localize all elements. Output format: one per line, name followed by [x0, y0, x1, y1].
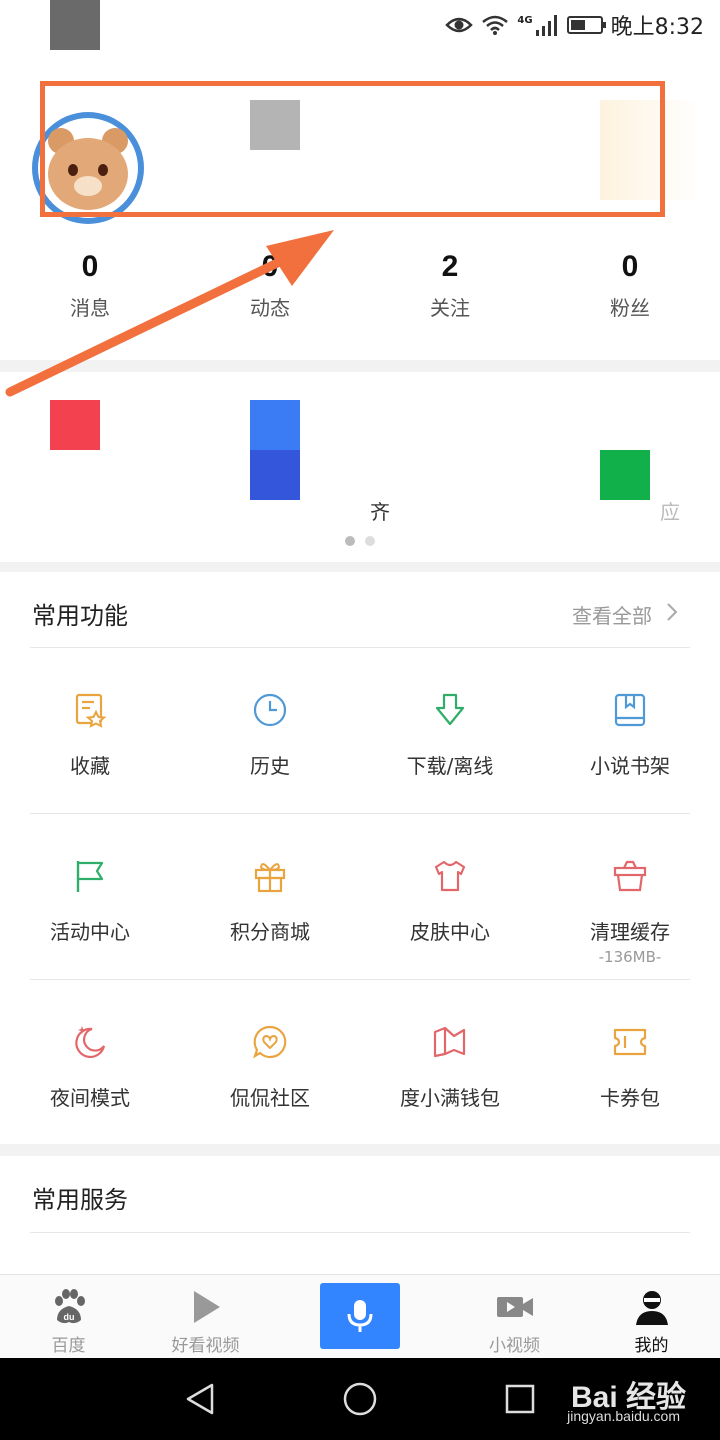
tab-short-video[interactable]: 小视频 — [446, 1275, 583, 1358]
function-label: 历史 — [250, 754, 290, 778]
function-label: 活动中心 — [50, 920, 130, 944]
banner-item-green[interactable] — [600, 450, 650, 500]
function-clear-cache[interactable]: 清理缓存 -136MB- — [540, 814, 720, 980]
status-time: 晚上8:32 — [610, 15, 704, 40]
recents-icon[interactable] — [502, 1381, 538, 1417]
network-type: 4G — [517, 14, 533, 26]
carousel-dot[interactable] — [365, 536, 375, 546]
function-label: 下载/离线 — [406, 754, 494, 778]
eye-icon — [445, 17, 474, 33]
svg-text:du: du — [63, 1312, 74, 1322]
wallet-icon — [433, 1026, 466, 1058]
carousel-dots — [0, 536, 720, 546]
history-clock-icon — [253, 693, 287, 727]
cache-size: -136MB- — [598, 948, 662, 966]
status-app-icon — [50, 0, 100, 50]
function-duxiaoman-wallet[interactable]: 度小满钱包 — [360, 980, 540, 1146]
voice-search-button[interactable] — [320, 1283, 400, 1349]
wifi-icon — [482, 15, 509, 35]
microphone-icon — [347, 1300, 373, 1332]
function-label: 卡券包 — [600, 1086, 660, 1110]
battery-icon — [566, 16, 606, 34]
gift-icon — [254, 863, 286, 893]
signal-icon — [535, 15, 557, 36]
watermark-url: jingyan.baidu.com — [567, 1408, 680, 1424]
function-download[interactable]: 下载/离线 — [360, 648, 540, 814]
status-indicators: 4G 晚上8:32 — [445, 10, 704, 40]
carousel-dot[interactable] — [345, 536, 355, 546]
tab-label: 小视频 — [489, 1336, 540, 1356]
function-label: 皮肤中心 — [410, 920, 490, 944]
function-label: 夜间模式 — [50, 1086, 130, 1110]
function-bookshelf[interactable]: 小说书架 — [540, 648, 720, 814]
see-all-link[interactable]: 查看全部 — [572, 600, 652, 629]
function-kankan-community[interactable]: 侃侃社区 — [180, 980, 360, 1146]
system-navigation-bar: Bai 经验 jingyan.baidu.com — [0, 1358, 720, 1440]
function-label: 积分商城 — [230, 920, 310, 944]
function-skin-center[interactable]: 皮肤中心 — [360, 814, 540, 980]
moon-icon — [75, 1026, 106, 1058]
function-label: 小说书架 — [590, 754, 670, 778]
function-label: 度小满钱包 — [400, 1086, 500, 1110]
function-label: 收藏 — [70, 754, 110, 778]
banner-text: 应 — [660, 500, 680, 524]
back-icon[interactable] — [182, 1381, 218, 1417]
chat-heart-icon — [253, 1025, 287, 1059]
function-label: 侃侃社区 — [230, 1086, 310, 1110]
function-history[interactable]: 历史 — [180, 648, 360, 814]
chevron-right-icon[interactable] — [662, 602, 682, 622]
baidu-paw-icon: du — [54, 1289, 85, 1324]
tab-me[interactable]: 我的 — [583, 1275, 720, 1358]
user-icon — [635, 1291, 668, 1325]
tab-haokan-video[interactable]: 好看视频 — [137, 1275, 274, 1358]
function-night-mode[interactable]: 夜间模式 — [0, 980, 180, 1146]
play-icon — [193, 1291, 220, 1323]
flag-icon — [76, 861, 104, 892]
section-title: 常用功能 — [32, 602, 128, 630]
tshirt-icon — [434, 860, 466, 892]
tab-baidu[interactable]: du 百度 — [0, 1275, 137, 1358]
favorites-icon — [75, 693, 107, 728]
function-favorites[interactable]: 收藏 — [0, 648, 180, 814]
coupon-icon — [613, 1028, 647, 1056]
tab-label: 好看视频 — [171, 1336, 240, 1356]
bookshelf-icon — [614, 693, 646, 727]
tab-voice-search[interactable] — [274, 1275, 446, 1358]
function-label: 清理缓存 — [590, 920, 670, 944]
function-activity-center[interactable]: 活动中心 — [0, 814, 180, 980]
home-icon[interactable] — [342, 1381, 378, 1417]
annotation-arrow — [5, 230, 334, 397]
video-camera-icon — [496, 1297, 533, 1317]
status-bar: 4G 晚上8:32 — [0, 0, 720, 50]
tab-label: 百度 — [51, 1336, 86, 1356]
common-functions-card: 常用功能 查看全部 收藏 历史 下载/离线 小说书架 活动中心 积分商城 皮肤中… — [0, 572, 720, 1144]
banner-text: 齐 — [370, 500, 390, 524]
banner-item-blue[interactable] — [250, 400, 300, 500]
tab-label: 我的 — [634, 1336, 669, 1356]
function-coupon-wallet[interactable]: 卡券包 — [540, 980, 720, 1146]
clean-basket-icon — [613, 860, 647, 892]
download-icon — [435, 693, 465, 726]
bottom-tab-bar: du 百度 好看视频 小视频 我的 — [0, 1274, 720, 1358]
common-services-card: 常用服务 — [0, 1156, 720, 1286]
function-points-mall[interactable]: 积分商城 — [180, 814, 360, 980]
section-title: 常用服务 — [32, 1186, 128, 1214]
